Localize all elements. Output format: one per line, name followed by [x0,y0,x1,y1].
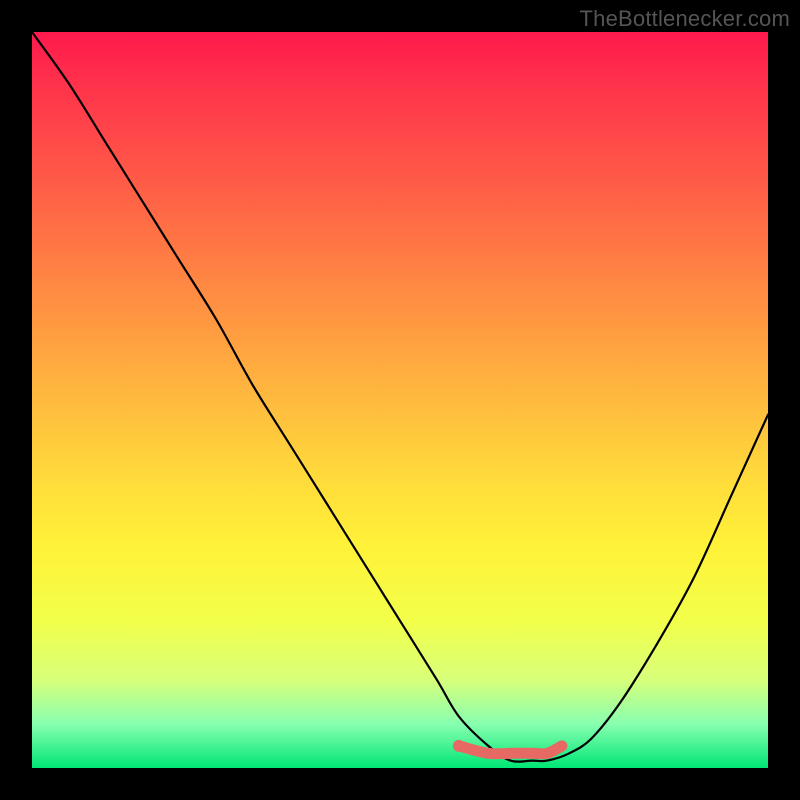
watermark-text: TheBottlenecker.com [580,6,790,32]
curve-layer [32,32,768,768]
flat-region-marker [459,746,562,754]
chart-container: TheBottlenecker.com [0,0,800,800]
flat-region-marker-start [453,740,465,752]
curve-path-group [32,32,768,762]
bottleneck-curve [32,32,768,762]
plot-area [32,32,768,768]
